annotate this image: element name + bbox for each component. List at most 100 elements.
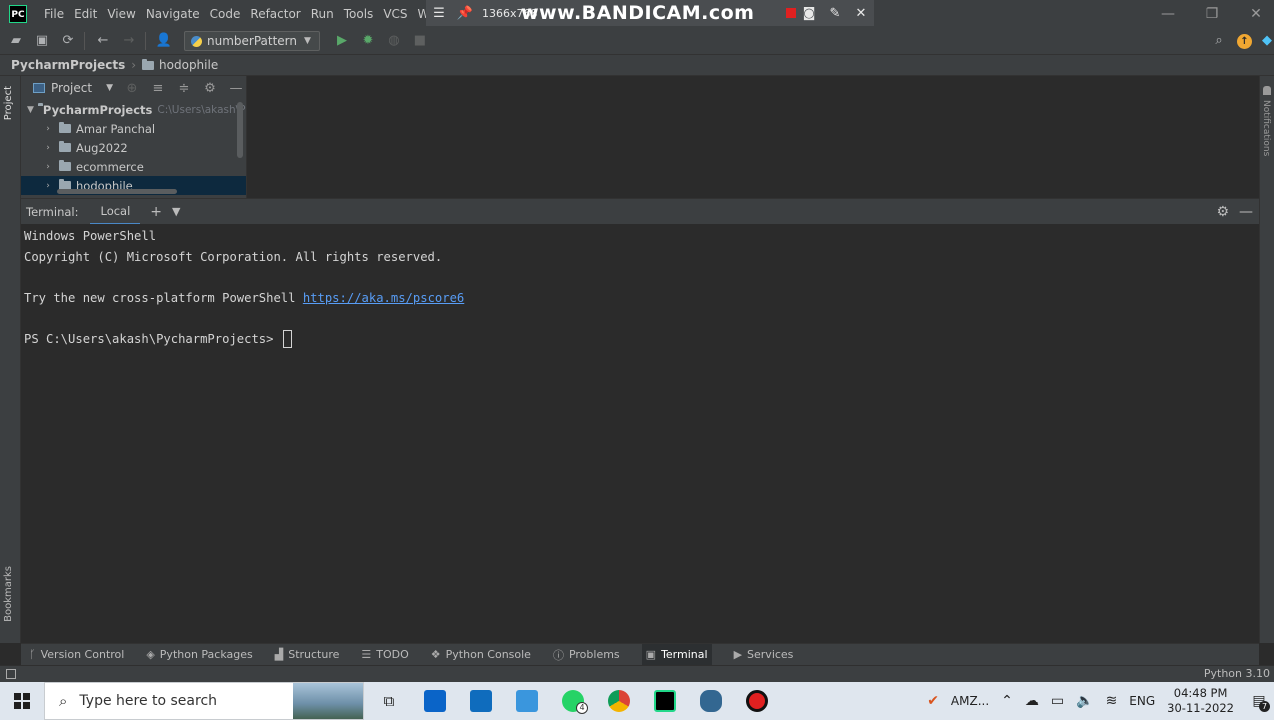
- amazon-app-icon[interactable]: ✔: [927, 693, 939, 709]
- record-stop-icon[interactable]: [786, 8, 796, 18]
- notifications-tool-tab[interactable]: Notifications: [1261, 100, 1271, 156]
- breadcrumb-current[interactable]: hodophile: [159, 58, 218, 72]
- files-icon[interactable]: [504, 682, 550, 720]
- save-all-icon[interactable]: ▣: [30, 31, 54, 51]
- tree-item[interactable]: › Amar Panchal: [21, 119, 246, 138]
- hamburger-icon[interactable]: ☰: [426, 6, 452, 21]
- add-icon[interactable]: +: [150, 204, 162, 220]
- tree-item[interactable]: › ecommerce: [21, 157, 246, 176]
- tab-terminal[interactable]: ▣ Terminal: [641, 643, 712, 666]
- collapse-all-icon[interactable]: ≑: [177, 81, 191, 96]
- minimize-icon[interactable]: —: [229, 81, 243, 96]
- tab-python-packages[interactable]: ◈ Python Packages: [146, 644, 252, 666]
- menu-code[interactable]: Code: [205, 0, 246, 28]
- expand-all-icon[interactable]: ≡: [151, 81, 165, 96]
- window-restore-icon[interactable]: ❐: [1190, 0, 1234, 28]
- menu-tools[interactable]: Tools: [339, 0, 379, 28]
- microsoft-store-icon[interactable]: [412, 682, 458, 720]
- cloud-icon[interactable]: ☁: [1025, 693, 1039, 709]
- pscore-link[interactable]: https://aka.ms/pscore6: [303, 291, 464, 305]
- chevron-right-icon[interactable]: ›: [41, 162, 55, 172]
- coverage-icon[interactable]: ◍: [382, 31, 406, 51]
- editor-area[interactable]: [248, 76, 1259, 198]
- bell-icon[interactable]: [1263, 86, 1271, 95]
- notification-count: 7: [1259, 701, 1270, 712]
- project-panel-title[interactable]: Project: [51, 81, 92, 95]
- menu-edit[interactable]: Edit: [69, 0, 102, 28]
- update-icon[interactable]: ↑: [1237, 33, 1252, 49]
- notification-center-icon[interactable]: ▤ 7: [1244, 682, 1274, 720]
- chevron-down-icon[interactable]: ▼: [172, 205, 180, 218]
- menu-vcs[interactable]: VCS: [378, 0, 412, 28]
- debug-icon[interactable]: ✹: [356, 31, 380, 51]
- bookmarks-tool-tab[interactable]: Bookmarks: [3, 566, 14, 622]
- tab-structure[interactable]: ▟ Structure: [275, 644, 340, 666]
- user-icon[interactable]: 👤: [152, 31, 176, 51]
- gear-icon[interactable]: ⚙: [1216, 204, 1229, 220]
- menu-navigate[interactable]: Navigate: [141, 0, 205, 28]
- pin-icon[interactable]: 📌: [452, 6, 478, 21]
- bandicam-icon[interactable]: [734, 682, 780, 720]
- window-close-icon[interactable]: ✕: [1234, 0, 1274, 28]
- start-button[interactable]: [0, 682, 44, 720]
- postgres-icon[interactable]: [688, 682, 734, 720]
- tool-windows-toggle-icon[interactable]: [6, 669, 16, 679]
- forward-arrow-icon[interactable]: →: [117, 31, 141, 51]
- pycharm-taskbar-icon[interactable]: [642, 682, 688, 720]
- vertical-scrollbar[interactable]: [237, 102, 243, 158]
- recorder-watermark: www.BANDICAM.com: [521, 2, 755, 24]
- chevron-down-icon[interactable]: ▼: [106, 83, 113, 93]
- chrome-icon[interactable]: [596, 682, 642, 720]
- chevron-down-icon[interactable]: ▼: [27, 105, 34, 115]
- language-indicator[interactable]: ENG: [1129, 694, 1155, 708]
- open-folder-icon[interactable]: ▰: [4, 31, 28, 51]
- horizontal-scrollbar[interactable]: [57, 189, 177, 194]
- interpreter-status[interactable]: Python 3.10: [1204, 667, 1270, 680]
- volume-icon[interactable]: 🔈: [1076, 693, 1093, 709]
- terminal-tab-local[interactable]: Local: [90, 199, 141, 225]
- terminal-prompt-line[interactable]: PS C:\Users\akash\PycharmProjects>: [24, 329, 1256, 350]
- close-recorder-icon[interactable]: ✕: [848, 6, 874, 21]
- tree-root[interactable]: ▼ PycharmProjects C:\Users\akash\Py: [21, 100, 246, 119]
- chevron-right-icon[interactable]: ›: [41, 143, 55, 153]
- taskbar-clock[interactable]: 04:48 PM 30-11-2022: [1167, 686, 1234, 716]
- menu-view[interactable]: View: [102, 0, 140, 28]
- chevron-up-icon[interactable]: ⌃: [1001, 693, 1013, 709]
- tray-app-label[interactable]: AMZ...: [951, 694, 989, 708]
- back-arrow-icon[interactable]: ←: [91, 31, 115, 51]
- run-icon[interactable]: ▶: [330, 31, 354, 51]
- project-tool-tab[interactable]: Project: [3, 86, 14, 120]
- jetbrains-icon[interactable]: ◆: [1260, 31, 1274, 51]
- tab-python-console[interactable]: ❖ Python Console: [431, 644, 531, 666]
- minimize-icon[interactable]: —: [1239, 204, 1253, 220]
- run-configuration-selector[interactable]: numberPattern ▼: [184, 31, 320, 51]
- pycharm-logo-icon[interactable]: PC: [9, 5, 27, 23]
- stop-icon[interactable]: ■: [408, 31, 432, 51]
- task-view-icon[interactable]: ⧉: [366, 682, 412, 720]
- terminal-output[interactable]: Windows PowerShell Copyright (C) Microso…: [21, 224, 1259, 643]
- window-minimize-icon[interactable]: —: [1146, 0, 1190, 28]
- sync-icon[interactable]: ⟳: [56, 31, 80, 51]
- menu-file[interactable]: File: [39, 0, 69, 28]
- gear-icon[interactable]: ⚙: [203, 81, 217, 96]
- tab-todo[interactable]: ☰ TODO: [361, 644, 408, 666]
- menu-refactor[interactable]: Refactor: [245, 0, 305, 28]
- wifi-icon[interactable]: ≋: [1106, 693, 1118, 709]
- system-tray: ✔ AMZ... ⌃ ☁ ▭ 🔈 ≋ ENG 04:48 PM 30-11-20…: [921, 682, 1274, 720]
- whatsapp-icon[interactable]: 4: [550, 682, 596, 720]
- tab-version-control[interactable]: ᚴ Version Control: [29, 644, 124, 666]
- chevron-right-icon[interactable]: ›: [41, 124, 55, 134]
- search-icon[interactable]: ⌕: [1207, 31, 1231, 51]
- tab-problems[interactable]: ⓘ Problems: [553, 644, 620, 666]
- breadcrumb-root[interactable]: PycharmProjects: [11, 58, 125, 72]
- tab-services[interactable]: ▶ Services: [734, 644, 794, 666]
- tree-item[interactable]: › Aug2022: [21, 138, 246, 157]
- locate-icon[interactable]: ⊕: [125, 81, 139, 96]
- pencil-icon[interactable]: ✎: [822, 6, 848, 21]
- camera-icon[interactable]: ◙: [796, 6, 822, 21]
- battery-icon[interactable]: ▭: [1051, 693, 1064, 709]
- menu-run[interactable]: Run: [306, 0, 339, 28]
- chevron-right-icon[interactable]: ›: [41, 181, 55, 191]
- taskbar-search[interactable]: ⌕ Type here to search: [44, 682, 364, 720]
- mail-icon[interactable]: [458, 682, 504, 720]
